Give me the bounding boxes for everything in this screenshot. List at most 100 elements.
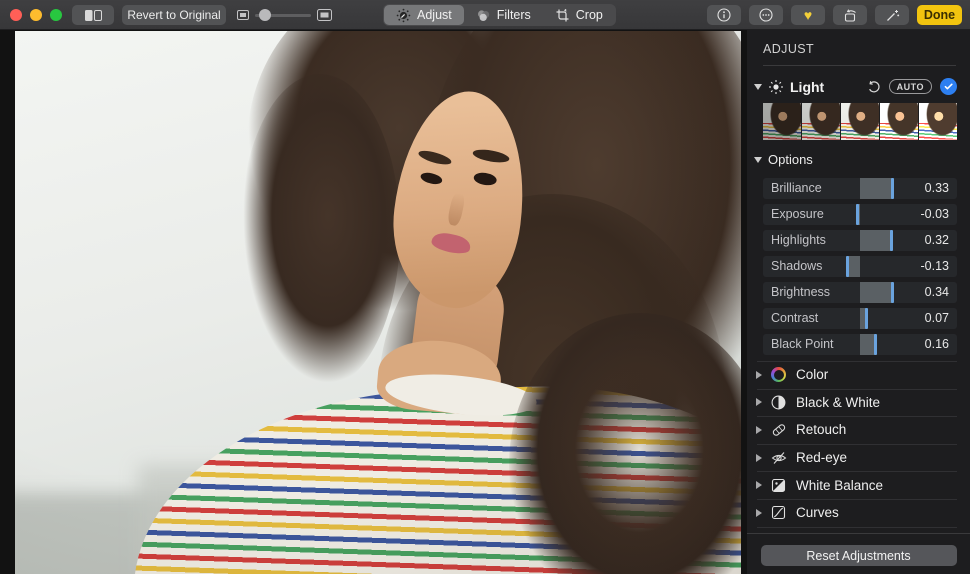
half-circle-icon <box>770 394 787 411</box>
slider-fill <box>860 230 891 251</box>
photos-edit-window: Revert to Original <box>0 0 970 574</box>
brightness-slider[interactable]: Brightness 0.34 <box>763 282 957 303</box>
light-sun-icon <box>768 79 784 95</box>
slider-label: Contrast <box>771 308 818 329</box>
compare-original-button[interactable] <box>72 5 114 25</box>
slider-handle[interactable] <box>846 256 849 277</box>
section-color[interactable]: Color <box>747 361 970 389</box>
info-button[interactable] <box>707 5 741 25</box>
filters-circles-icon <box>476 8 491 23</box>
section-label: White Balance <box>796 478 883 493</box>
compare-icon <box>84 9 103 22</box>
chevron-right-icon <box>756 398 762 406</box>
tab-adjust[interactable]: Adjust <box>384 5 464 25</box>
adjustment-sections: Color Black & White <box>747 361 970 542</box>
light-preset-thumbnail[interactable] <box>919 103 957 140</box>
section-retouch[interactable]: Retouch <box>747 416 970 444</box>
curves-icon <box>770 504 787 521</box>
slider-value: 0.33 <box>925 178 949 199</box>
section-label: Red-eye <box>796 450 847 465</box>
close-button[interactable] <box>10 9 22 21</box>
slider-label: Brilliance <box>771 178 822 199</box>
slider-label: Black Point <box>771 334 834 355</box>
zoom-slider[interactable] <box>255 14 311 17</box>
slider-fill <box>860 178 892 199</box>
options-header[interactable]: Options <box>747 140 970 176</box>
tab-crop[interactable]: Crop <box>543 5 615 25</box>
exposure-slider[interactable]: Exposure -0.03 <box>763 204 957 225</box>
toolbar-right-buttons: ♥ <box>707 5 962 25</box>
section-white-balance[interactable]: White Balance <box>747 471 970 499</box>
slider-label: Highlights <box>771 230 826 251</box>
light-preset-thumbnail[interactable] <box>763 103 801 140</box>
window-controls <box>10 9 62 21</box>
white-balance-icon <box>770 477 787 494</box>
slider-value: 0.32 <box>925 230 949 251</box>
zoom-slider-thumb[interactable] <box>259 9 271 21</box>
slider-value: -0.13 <box>921 256 950 277</box>
edited-photo <box>15 31 741 574</box>
adjust-dial-icon <box>396 8 411 23</box>
chevron-right-icon <box>756 371 762 379</box>
tab-filters-label: Filters <box>497 8 531 22</box>
chevron-right-icon <box>756 426 762 434</box>
section-label: Black & White <box>796 395 880 410</box>
sidebar-bottom-bar: Reset Adjustments <box>747 533 970 574</box>
tab-filters[interactable]: Filters <box>464 5 543 25</box>
chevron-right-icon <box>756 509 762 517</box>
edit-mode-segmented-control: Adjust Filters <box>383 4 616 26</box>
slider-value: 0.34 <box>925 282 949 303</box>
chevron-down-icon <box>754 157 762 163</box>
light-preset-thumbnail[interactable] <box>880 103 918 140</box>
favorite-button[interactable]: ♥ <box>791 5 825 25</box>
slider-fill <box>860 282 893 303</box>
highlights-slider[interactable]: Highlights 0.32 <box>763 230 957 251</box>
eye-slash-icon <box>770 449 787 466</box>
light-preset-thumbnail[interactable] <box>802 103 840 140</box>
light-preset-thumbnail[interactable] <box>841 103 879 140</box>
adjust-sidebar: ADJUST Light <box>747 30 970 574</box>
auto-enhance-button[interactable] <box>875 5 909 25</box>
zoom-control <box>237 5 332 25</box>
fullscreen-button[interactable] <box>50 9 62 21</box>
bandage-icon <box>770 421 787 438</box>
info-icon <box>717 8 731 22</box>
slider-handle[interactable] <box>865 308 868 329</box>
slider-label: Exposure <box>771 204 824 225</box>
light-section-label: Light <box>790 79 824 95</box>
slider-value: 0.07 <box>925 308 949 329</box>
color-wheel-icon <box>771 367 786 382</box>
auto-button[interactable]: AUTO <box>889 79 932 94</box>
rotate-button[interactable] <box>833 5 867 25</box>
zoom-in-photo-icon <box>317 9 332 21</box>
section-label: Color <box>796 367 828 382</box>
magic-wand-icon <box>885 8 900 23</box>
minimize-button[interactable] <box>30 9 42 21</box>
slider-label: Shadows <box>771 256 822 277</box>
undo-icon[interactable] <box>867 80 881 94</box>
slider-handle[interactable] <box>891 282 894 303</box>
light-enabled-checkbox[interactable] <box>940 78 957 95</box>
slider-handle[interactable] <box>856 204 859 225</box>
tab-crop-label: Crop <box>576 8 603 22</box>
crop-icon <box>555 8 570 23</box>
chevron-down-icon[interactable] <box>754 84 762 90</box>
slider-handle[interactable] <box>890 230 893 251</box>
reset-adjustments-button[interactable]: Reset Adjustments <box>761 545 957 566</box>
light-section-header: Light AUTO <box>747 66 970 103</box>
options-label: Options <box>768 152 813 167</box>
section-red-eye[interactable]: Red-eye <box>747 444 970 472</box>
keywords-button[interactable] <box>749 5 783 25</box>
contrast-slider[interactable]: Contrast 0.07 <box>763 308 957 329</box>
black-point-slider[interactable]: Black Point 0.16 <box>763 334 957 355</box>
section-black-and-white[interactable]: Black & White <box>747 389 970 417</box>
tab-adjust-label: Adjust <box>417 8 452 22</box>
shadows-slider[interactable]: Shadows -0.13 <box>763 256 957 277</box>
chevron-right-icon <box>756 454 762 462</box>
slider-handle[interactable] <box>874 334 877 355</box>
revert-to-original-button[interactable]: Revert to Original <box>122 5 226 25</box>
brilliance-slider[interactable]: Brilliance 0.33 <box>763 178 957 199</box>
slider-handle[interactable] <box>891 178 894 199</box>
done-button[interactable]: Done <box>917 5 962 25</box>
section-curves[interactable]: Curves <box>747 499 970 527</box>
